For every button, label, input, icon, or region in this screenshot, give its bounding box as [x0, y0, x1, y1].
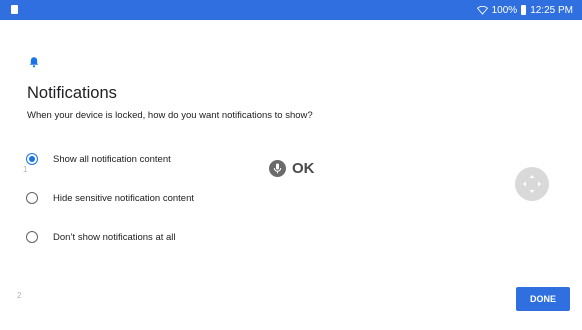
status-bar: 100% 12:25 PM — [0, 0, 582, 20]
mic-icon — [269, 160, 286, 177]
done-button[interactable]: DONE — [516, 287, 570, 311]
radio-unselected[interactable] — [26, 231, 38, 243]
row-number: 2 — [17, 291, 22, 300]
page-subtitle: When your device is locked, how do you w… — [27, 110, 313, 121]
wifi-icon — [476, 5, 488, 15]
bell-icon — [29, 57, 39, 68]
radio-unselected[interactable] — [26, 192, 38, 204]
status-right: 100% 12:25 PM — [476, 3, 573, 17]
battery-percent: 100% — [491, 4, 518, 16]
ok-label: OK — [292, 160, 315, 177]
option-label: Don’t show notifications at all — [53, 231, 176, 243]
navigation-control-icon[interactable] — [515, 167, 549, 201]
radio-selected[interactable] — [26, 153, 38, 165]
page-title: Notifications — [27, 84, 117, 102]
option-dont-show[interactable]: Don’t show notifications at all — [26, 228, 176, 246]
option-label: Show all notification content — [53, 153, 171, 165]
option-show-all[interactable]: Show all notification content — [26, 150, 171, 168]
battery-icon — [521, 5, 527, 15]
option-label: Hide sensitive notification content — [53, 192, 194, 204]
sim-icon — [11, 5, 18, 14]
option-hide-sensitive[interactable]: Hide sensitive notification content — [26, 189, 194, 207]
row-number: 1 — [23, 165, 28, 174]
clock: 12:25 PM — [530, 4, 573, 16]
voice-ok-overlay: OK — [269, 160, 315, 177]
